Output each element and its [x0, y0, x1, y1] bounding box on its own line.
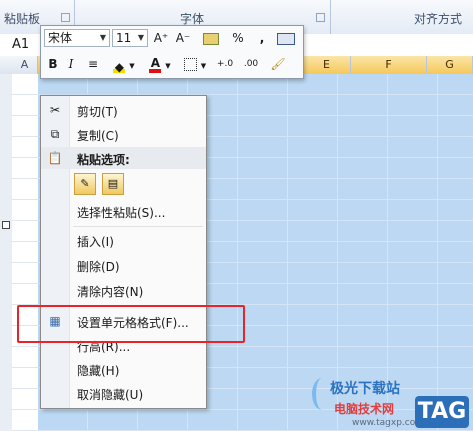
resize-handle[interactable]: [2, 221, 10, 229]
watermark-tag-logo: TAG: [415, 396, 469, 428]
accounting-icon: [203, 32, 219, 45]
borders-icon: [183, 58, 197, 71]
decrease-decimal-button[interactable]: .00: [239, 54, 263, 74]
watermark-line1: 极光下载站: [330, 381, 400, 397]
watermark-swirl-icon: [312, 378, 332, 410]
paste-options-header: 📋 粘贴选项:: [41, 147, 206, 169]
font-launcher-icon[interactable]: [316, 13, 325, 22]
italic-button[interactable]: I: [63, 54, 79, 74]
ribbon-separator: [330, 0, 331, 34]
chevron-down-icon: ▼: [200, 62, 207, 70]
clipboard-icon: 📋: [47, 151, 63, 165]
column-header-e[interactable]: E: [303, 56, 351, 74]
paste-clipboard-icon: ▤: [107, 177, 119, 190]
ribbon-group-clipboard-label: 粘贴板: [4, 12, 41, 26]
menu-separator: [73, 226, 203, 227]
font-color-icon: A: [149, 57, 162, 73]
grow-font-button[interactable]: A⁺: [151, 28, 171, 48]
column-header-f[interactable]: F: [351, 56, 427, 74]
font-size-select[interactable]: 11 ▼: [112, 29, 148, 47]
menu-item-paste-special[interactable]: 选择性粘贴(S)...: [41, 200, 206, 222]
menu-item-clear-contents[interactable]: 清除内容(N): [41, 279, 206, 301]
menu-item-cut[interactable]: ✂ 剪切(T): [41, 99, 206, 121]
paste-option-keep-formatting[interactable]: ✎: [74, 173, 96, 195]
align-center-icon: ≡: [87, 57, 99, 71]
menu-item-hide-label: 隐藏(H): [77, 364, 120, 378]
font-name-select[interactable]: 宋体 ▼: [44, 29, 110, 47]
menu-item-delete-label: 删除(D): [77, 260, 120, 274]
accounting-format-button[interactable]: [197, 28, 225, 48]
chevron-down-icon: ▼: [165, 62, 171, 70]
menu-item-paste-special-label: 选择性粘贴(S)...: [77, 206, 166, 220]
format-painter-icon: 🖌: [270, 57, 286, 71]
copy-icon: ⧉: [50, 127, 60, 141]
font-color-button[interactable]: A ▼: [145, 54, 175, 74]
name-box[interactable]: A1: [12, 37, 29, 52]
paste-option-default[interactable]: ▤: [102, 173, 124, 195]
menu-item-unhide-label: 取消隐藏(U): [77, 388, 144, 402]
menu-item-hide[interactable]: 隐藏(H): [41, 358, 206, 380]
menu-item-copy-label: 复制(C): [77, 129, 119, 143]
format-painter-button[interactable]: 🖌: [267, 54, 289, 74]
increase-decimal-button[interactable]: +.0: [213, 54, 237, 74]
merge-cells-button[interactable]: [275, 28, 297, 48]
menu-item-delete[interactable]: 删除(D): [41, 254, 206, 276]
paste-formatting-icon: ✎: [80, 177, 90, 190]
bold-button[interactable]: B: [45, 54, 61, 74]
menu-item-insert-label: 插入(I): [77, 235, 114, 249]
clipboard-launcher-icon[interactable]: [61, 13, 70, 22]
font-name-value: 宋体: [48, 31, 73, 45]
menu-item-cut-label: 剪切(T): [77, 105, 118, 119]
highlight-box: [17, 305, 245, 343]
chevron-down-icon: ▼: [137, 33, 144, 42]
mini-toolbar: 宋体 ▼ 11 ▼ A⁺ A⁻ % , B I ≡ ◆ ▼ A ▼ ▼ +.0 …: [40, 25, 304, 79]
column-header-a[interactable]: A: [12, 56, 38, 74]
menu-item-copy[interactable]: ⧉ 复制(C): [41, 123, 206, 145]
fill-bucket-icon: ◆: [113, 57, 126, 74]
comma-button[interactable]: ,: [255, 28, 269, 48]
font-size-value: 11: [116, 31, 132, 45]
fill-color-button[interactable]: ◆ ▼: [109, 54, 139, 74]
borders-button[interactable]: ▼: [181, 54, 209, 74]
menu-item-insert[interactable]: 插入(I): [41, 229, 206, 251]
center-align-button[interactable]: ≡: [83, 54, 103, 74]
paste-options-label: 粘贴选项:: [77, 153, 130, 167]
percent-button[interactable]: %: [229, 28, 247, 48]
menu-item-unhide[interactable]: 取消隐藏(U): [41, 382, 206, 404]
scissors-icon: ✂: [49, 103, 61, 117]
shrink-font-button[interactable]: A⁻: [173, 28, 193, 48]
watermark-line2: 电脑技术网: [334, 402, 395, 416]
unselected-cells[interactable]: [12, 74, 39, 431]
watermark-url: www.tagxp.com: [352, 418, 424, 428]
menu-item-clear-contents-label: 清除内容(N): [77, 285, 144, 299]
chevron-down-icon: ▼: [129, 62, 135, 70]
context-menu: ✂ 剪切(T) ⧉ 复制(C) 📋 粘贴选项: ✎ ▤ 选择性粘贴(S)... …: [40, 95, 207, 409]
chevron-down-icon: ▼: [99, 33, 106, 42]
merge-icon: [277, 32, 295, 45]
ribbon-group-alignment-label: 对齐方式: [414, 12, 463, 26]
column-header-g[interactable]: G: [427, 56, 473, 74]
